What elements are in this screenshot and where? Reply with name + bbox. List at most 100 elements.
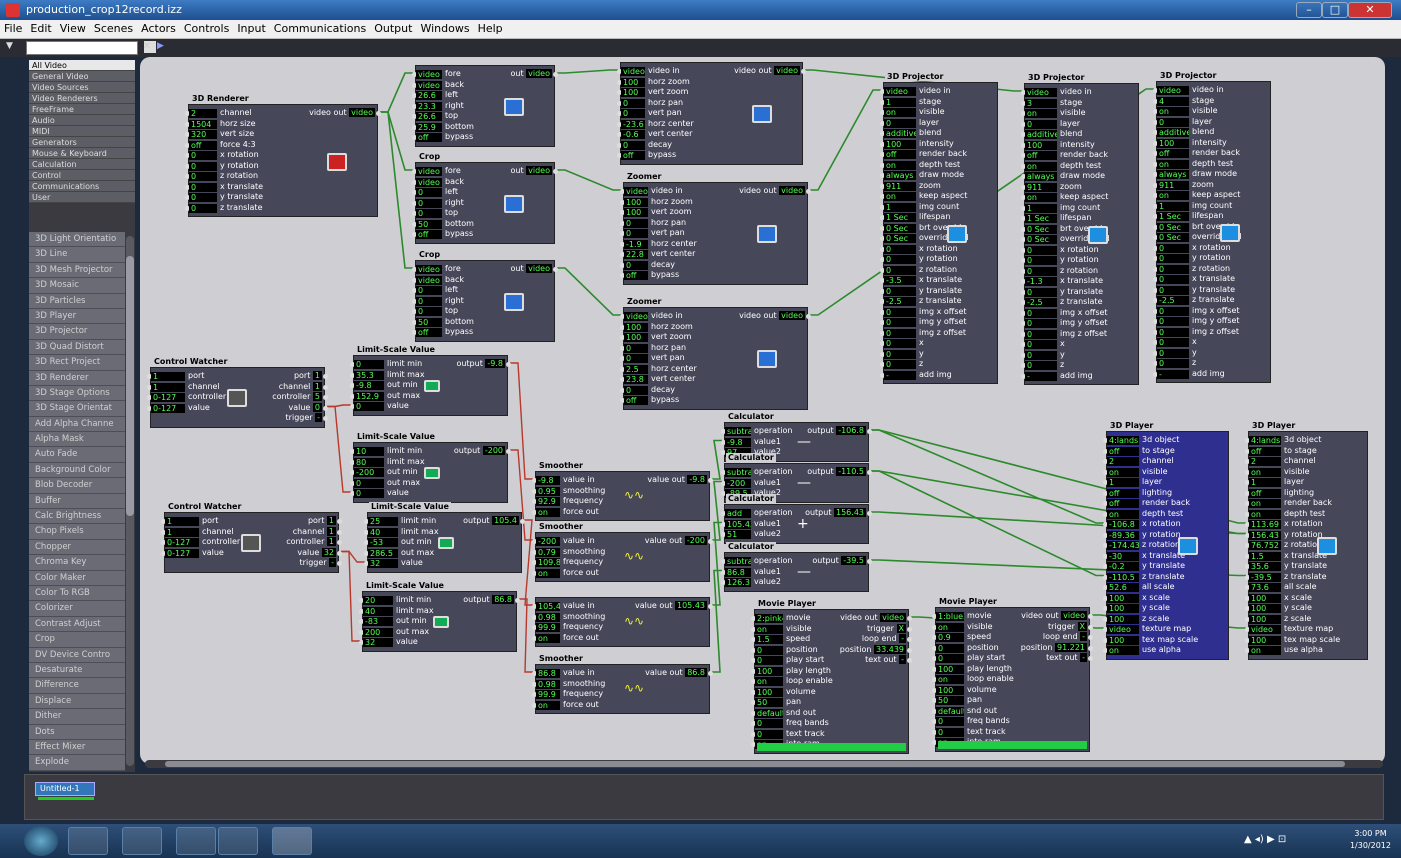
input-value[interactable]: 40	[368, 527, 398, 537]
category-item[interactable]: Video Renderers	[29, 93, 135, 104]
actor-list-item[interactable]: Chop Pixels	[29, 524, 125, 540]
input-value[interactable]: 0	[1157, 275, 1189, 284]
output-port[interactable]	[323, 405, 328, 411]
menu-file[interactable]: File	[0, 20, 26, 37]
menu-windows[interactable]: Windows	[416, 20, 473, 37]
input-value[interactable]: off	[884, 150, 916, 159]
app-taskbar-icon[interactable]	[218, 827, 258, 855]
input-value[interactable]: 0 Sec	[1025, 224, 1057, 234]
actor-list-item[interactable]: Background Color	[29, 462, 125, 479]
calculator-taskbar-icon[interactable]	[122, 827, 162, 855]
category-item[interactable]: Video Sources	[29, 82, 135, 93]
input-value[interactable]: always	[884, 171, 916, 180]
actor-node-zoom3[interactable]: Zoomer video video in 100 horz zoom 100 vert z…	[620, 297, 811, 410]
input-value[interactable]: 0	[884, 328, 916, 338]
input-value[interactable]: 0	[1025, 340, 1057, 349]
output-port[interactable]	[1088, 645, 1093, 651]
start-button[interactable]	[24, 826, 58, 856]
input-value[interactable]: 92.9 Hz	[536, 497, 560, 506]
actor-list-item[interactable]: Alpha Mask	[29, 432, 125, 448]
output-port[interactable]	[1088, 656, 1093, 661]
input-value[interactable]: 2:pink4	[755, 614, 783, 623]
actor-list-item[interactable]: 3D Renderer	[29, 370, 125, 386]
actor-node-cw2[interactable]: Control Watcher 1 port 1 channel 0-127 control…	[161, 502, 342, 573]
input-value[interactable]: 0 Sec	[1157, 233, 1189, 242]
category-item[interactable]: FreeFrame	[29, 104, 135, 115]
input-value[interactable]: 100	[755, 666, 783, 676]
menu-view[interactable]: View	[56, 20, 90, 37]
input-value[interactable]: 0	[1157, 117, 1189, 127]
input-value[interactable]: -1.9	[624, 239, 648, 249]
input-value[interactable]: 1	[1107, 478, 1139, 487]
output-port[interactable]	[376, 111, 381, 116]
actor-list-item[interactable]: Auto Fade	[29, 447, 125, 463]
input-value[interactable]: 1	[165, 517, 199, 526]
input-value[interactable]: -110.5	[1107, 572, 1139, 582]
input-value[interactable]: -9.8	[536, 476, 560, 485]
input-value[interactable]: 100	[621, 77, 645, 87]
input-value[interactable]: 0.9	[936, 633, 964, 642]
input-value[interactable]: 0	[621, 98, 645, 108]
input-value[interactable]: video	[1107, 625, 1139, 634]
input-value[interactable]: 50	[936, 696, 964, 705]
input-value[interactable]: video	[624, 187, 648, 196]
input-value[interactable]: video	[1249, 625, 1281, 634]
input-value[interactable]: on	[884, 192, 916, 201]
input-value[interactable]: always	[1157, 170, 1189, 179]
input-value[interactable]: off	[1025, 151, 1057, 160]
input-value[interactable]: 35.6	[1249, 562, 1281, 571]
actor-list-item[interactable]: DV Device Contro	[29, 647, 125, 663]
output-port[interactable]	[520, 519, 525, 524]
explorer-taskbar-icon[interactable]	[68, 827, 108, 855]
actor-node-pj1[interactable]: 3D Projector video video in 1 stage on visible…	[880, 72, 998, 384]
input-value[interactable]: 0	[621, 109, 645, 118]
input-value[interactable]: default	[936, 706, 964, 716]
input-value[interactable]: 0	[1025, 287, 1057, 297]
firefox-taskbar-icon[interactable]	[176, 827, 216, 855]
input-value[interactable]: 0	[189, 172, 217, 181]
input-value[interactable]: 86.8	[536, 669, 560, 678]
input-value[interactable]: 0	[1157, 254, 1189, 263]
input-value[interactable]: 200	[363, 627, 393, 637]
input-value[interactable]: on	[1025, 193, 1057, 202]
output-port[interactable]	[708, 604, 713, 609]
input-value[interactable]: -	[1025, 371, 1057, 381]
output-port[interactable]	[867, 559, 872, 564]
input-value[interactable]: -200	[725, 478, 751, 488]
input-value[interactable]: 911	[884, 181, 916, 191]
input-value[interactable]: 100	[936, 685, 964, 695]
input-value[interactable]: 1.5	[1249, 551, 1281, 561]
actor-node-mp2[interactable]: Movie Player1:blue2movieonvisible0.9spee…	[932, 597, 1093, 752]
input-value[interactable]: on	[884, 160, 916, 170]
category-item[interactable]: Control	[29, 170, 135, 181]
output-port[interactable]	[337, 550, 342, 556]
actor-list-item[interactable]: Explode	[29, 755, 125, 771]
menu-input[interactable]: Input	[233, 20, 269, 37]
input-value[interactable]: 0	[884, 360, 916, 369]
input-value[interactable]: 0	[416, 209, 442, 218]
input-value[interactable]: 100	[624, 197, 648, 207]
input-value[interactable]: 4:lands	[1107, 436, 1139, 445]
category-item[interactable]: All Video	[29, 60, 135, 71]
input-value[interactable]: 0	[884, 255, 916, 264]
input-value[interactable]: 0	[416, 198, 442, 208]
actor-list-item[interactable]: 3D Projector	[29, 324, 125, 340]
input-value[interactable]: 0 Sec	[884, 223, 916, 233]
actor-list-item[interactable]: Displace	[29, 693, 125, 710]
output-port[interactable]	[867, 511, 872, 516]
input-value[interactable]: 0	[624, 229, 648, 238]
input-value[interactable]: 0-127	[151, 393, 185, 402]
input-value[interactable]: 0.79	[536, 547, 560, 557]
output-port[interactable]	[337, 529, 342, 535]
input-value[interactable]: 1	[1157, 201, 1189, 211]
input-value[interactable]: 80	[354, 457, 384, 467]
input-value[interactable]: 0	[936, 643, 964, 653]
input-value[interactable]: off	[416, 230, 442, 239]
input-value[interactable]: on	[536, 568, 560, 578]
output-port[interactable]	[323, 395, 328, 400]
actor-list-item[interactable]: Colorizer	[29, 601, 125, 617]
canvas-horizontal-scrollbar[interactable]	[145, 760, 1383, 768]
input-value[interactable]: additive	[884, 129, 916, 138]
input-value[interactable]: 0-127	[165, 538, 199, 547]
input-value[interactable]: 0	[624, 343, 648, 353]
